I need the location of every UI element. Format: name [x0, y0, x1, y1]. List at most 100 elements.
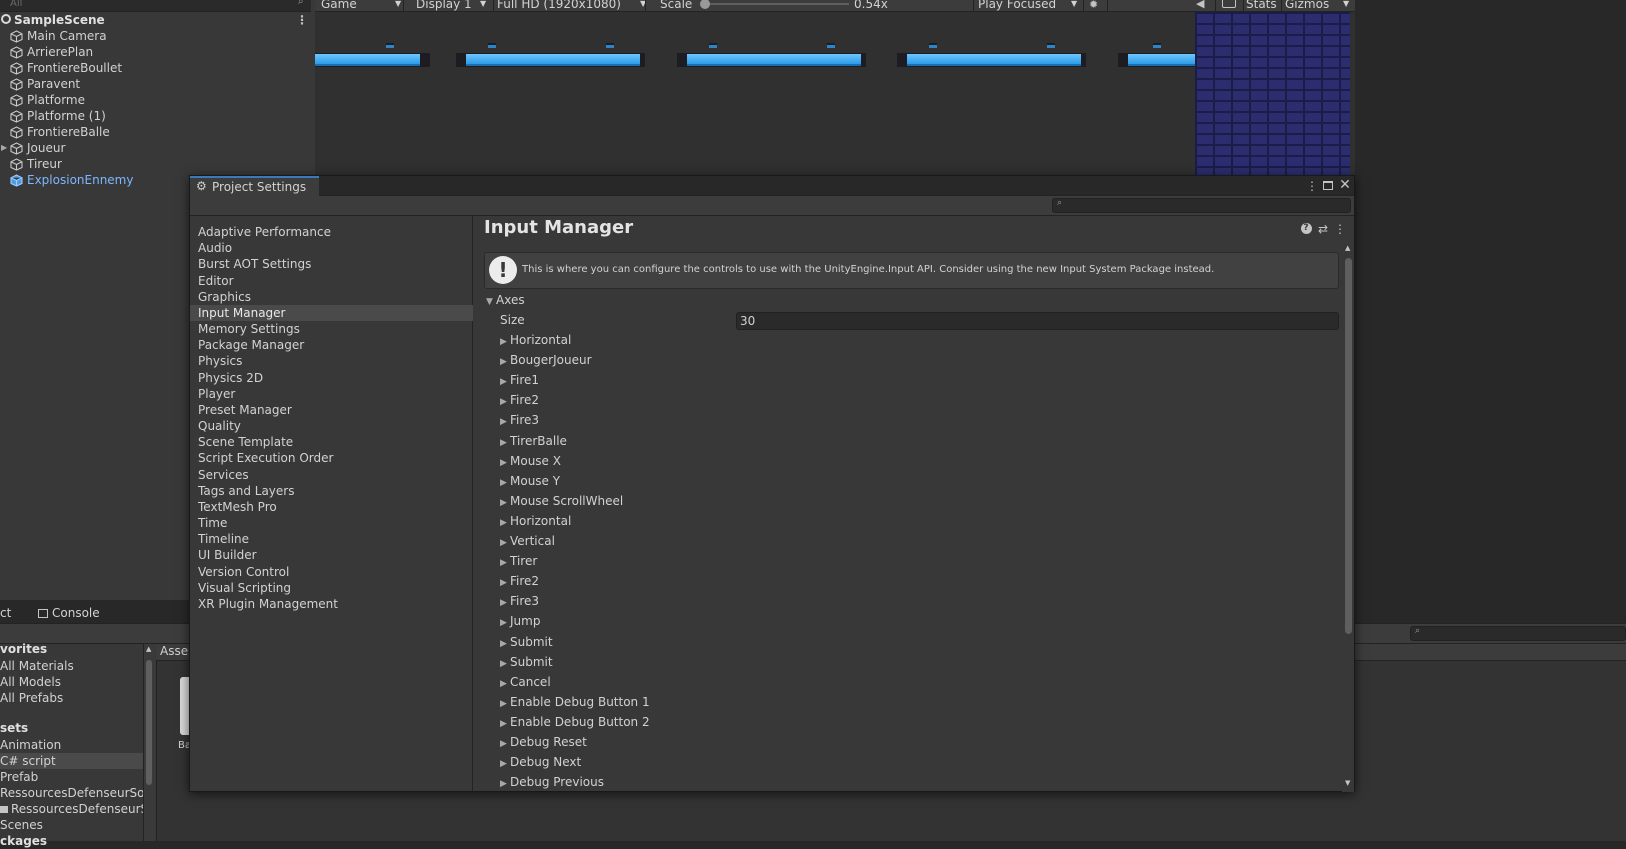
hierarchy-item[interactable]: Main Camera [0, 28, 315, 44]
tree-folder-item[interactable]: RessourcesDefenseurSou [0, 785, 143, 801]
hierarchy-item[interactable]: ArrierePlan [0, 44, 315, 60]
scroll-up-arrow-icon[interactable]: ▲ [1345, 244, 1350, 252]
window-titlebar[interactable]: ⋮ ✕ [190, 176, 1354, 196]
axis-item[interactable]: ▶ Debug Previous [500, 773, 604, 791]
bug-icon[interactable]: ✹ [1089, 0, 1101, 11]
keyboard-icon[interactable] [1222, 0, 1236, 8]
more-options-icon[interactable]: ⋮ [1333, 222, 1347, 236]
settings-nav-item[interactable]: Time [190, 515, 473, 531]
settings-nav-item[interactable]: Input Manager [190, 304, 473, 321]
help-icon[interactable]: ? [1299, 222, 1313, 236]
hierarchy-search-input[interactable]: All [0, 0, 311, 12]
tree-folder-item[interactable]: Prefab [0, 769, 143, 785]
scale-slider[interactable] [701, 3, 849, 5]
settings-nav-item[interactable]: Physics 2D [190, 370, 473, 386]
tree-folder-item[interactable]: All Prefabs [0, 690, 143, 706]
tab-console[interactable]: Console [38, 604, 100, 624]
close-icon[interactable]: ✕ [1338, 178, 1352, 192]
axis-item[interactable]: ▶ Horizontal [500, 331, 571, 349]
axis-item[interactable]: ▶ Mouse X [500, 452, 561, 470]
axis-item[interactable]: ▶ Jump [500, 612, 540, 630]
settings-nav-item[interactable]: Package Manager [190, 337, 473, 353]
settings-nav-item[interactable]: Script Execution Order [190, 450, 473, 466]
settings-nav-item[interactable]: Scene Template [190, 434, 473, 450]
tree-folder-item[interactable]: RessourcesDefenseurS [0, 801, 143, 817]
collapsed-arrow-icon[interactable]: ▶ [1, 140, 7, 156]
axis-item[interactable]: ▶ Submit [500, 653, 553, 671]
axis-item[interactable]: ▶ TirerBalle [500, 432, 567, 450]
axes-foldout[interactable]: ▼ Axes [486, 291, 525, 309]
settings-nav-item[interactable]: Memory Settings [190, 321, 473, 337]
settings-nav-item[interactable]: Quality [190, 418, 473, 434]
axis-item[interactable]: ▶ Enable Debug Button 2 [500, 713, 650, 731]
settings-nav-item[interactable]: Graphics [190, 289, 473, 305]
tree-section-header[interactable]: sets [0, 720, 143, 736]
gizmos-button[interactable]: Gizmos ▼ [1285, 0, 1349, 12]
display-dropdown[interactable]: Display 1 ▼ [416, 0, 486, 12]
settings-nav-item[interactable]: Services [190, 467, 473, 483]
axis-item[interactable]: ▶ Horizontal [500, 512, 571, 530]
preset-icon[interactable]: ⇄ [1316, 222, 1330, 236]
settings-nav-item[interactable]: Preset Manager [190, 402, 473, 418]
scroll-up-arrow-icon[interactable]: ▲ [146, 645, 151, 653]
maximize-icon[interactable] [1321, 179, 1335, 193]
tree-folder-item[interactable]: All Models [0, 674, 143, 690]
settings-nav-item[interactable]: Player [190, 386, 473, 402]
settings-nav-item[interactable]: XR Plugin Management [190, 596, 473, 612]
settings-nav-item[interactable]: Audio [190, 240, 473, 256]
scale-slider-handle[interactable] [700, 0, 710, 9]
tab-project-settings[interactable]: ⚙ Project Settings [190, 176, 319, 196]
tree-section-header[interactable]: ckages [0, 833, 143, 849]
play-focused-dropdown[interactable]: Play Focused ▼ [978, 0, 1077, 12]
axis-item[interactable]: ▶ Cancel [500, 673, 551, 691]
game-view-dropdown[interactable]: Game ▼ [321, 0, 401, 12]
axis-item[interactable]: ▶ Fire2 [500, 391, 539, 409]
audio-mute-icon[interactable]: ◀ [1196, 0, 1204, 10]
stats-button[interactable]: Stats [1246, 0, 1277, 12]
more-options-icon[interactable]: ⋮ [1305, 179, 1319, 193]
scroll-down-arrow-icon[interactable]: ▼ [1345, 779, 1350, 787]
axis-item[interactable]: ▶ Enable Debug Button 1 [500, 693, 650, 711]
settings-nav-item[interactable]: Burst AOT Settings [190, 256, 473, 272]
tree-folder-item[interactable]: C# script [0, 753, 143, 769]
axis-item[interactable]: ▶ Fire2 [500, 572, 539, 590]
settings-nav-item[interactable]: Timeline [190, 531, 473, 547]
settings-nav-item[interactable]: Tags and Layers [190, 483, 473, 499]
tree-folder-item[interactable]: All Materials [0, 658, 143, 674]
axis-item[interactable]: ▶ Vertical [500, 532, 555, 550]
hierarchy-item[interactable]: Tireur [0, 156, 315, 172]
settings-nav-item[interactable]: Editor [190, 273, 473, 289]
settings-nav-item[interactable]: Version Control [190, 564, 473, 580]
more-options-icon[interactable]: ⋮ [296, 12, 308, 28]
hierarchy-item[interactable]: FrontiereBalle [0, 124, 315, 140]
tab-project[interactable]: ct [0, 604, 11, 624]
settings-scroll-thumb[interactable] [1345, 258, 1352, 634]
resolution-dropdown[interactable]: Full HD (1920x1080) ▼ [497, 0, 646, 12]
axis-item[interactable]: ▶ BougerJoueur [500, 351, 592, 369]
settings-nav-item[interactable]: Visual Scripting [190, 580, 473, 596]
hierarchy-item[interactable]: FrontiereBoullet [0, 60, 315, 76]
axis-item[interactable]: ▶ Tirer [500, 552, 537, 570]
hierarchy-item[interactable]: Paravent [0, 76, 315, 92]
hierarchy-item[interactable]: ▶ Joueur [0, 140, 315, 156]
tree-folder-item[interactable]: Animation [0, 737, 143, 753]
tree-folder-item[interactable]: Scenes [0, 817, 143, 833]
settings-nav-item[interactable]: Adaptive Performance [190, 224, 473, 240]
axis-item[interactable]: ▶ Mouse ScrollWheel [500, 492, 623, 510]
settings-nav-item[interactable]: Physics [190, 353, 473, 369]
breadcrumb-assets[interactable]: Asse [160, 644, 188, 659]
scene-row[interactable]: SampleScene ⋮ [0, 12, 315, 28]
tree-section-header[interactable]: vorites [0, 641, 143, 657]
settings-nav-item[interactable]: TextMesh Pro [190, 499, 473, 515]
axis-item[interactable]: ▶ Fire1 [500, 371, 539, 389]
settings-search-input[interactable]: ⌕ [1052, 198, 1351, 213]
hierarchy-item[interactable]: Platforme [0, 92, 315, 108]
axis-item[interactable]: ▶ Debug Reset [500, 733, 587, 751]
hierarchy-item[interactable]: Platforme (1) [0, 108, 315, 124]
project-search-input[interactable]: ⌕ [1410, 626, 1626, 641]
axis-item[interactable]: ▶ Mouse Y [500, 472, 560, 490]
axis-item[interactable]: ▶ Debug Next [500, 753, 581, 771]
project-tree-scroll-thumb[interactable] [146, 660, 152, 785]
settings-nav-item[interactable]: UI Builder [190, 547, 473, 563]
axis-item[interactable]: ▶ Submit [500, 633, 553, 651]
